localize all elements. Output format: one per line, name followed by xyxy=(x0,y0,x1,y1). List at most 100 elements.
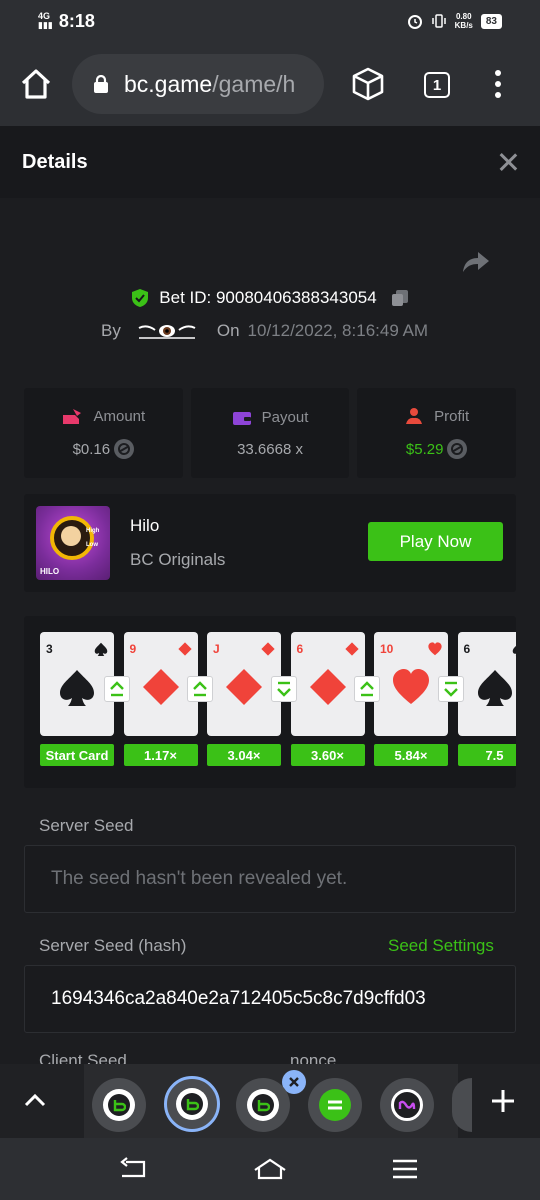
playing-card: 3 xyxy=(40,632,114,736)
stat-payout-value: 33.6668 x xyxy=(237,440,303,458)
tab-thumb-4[interactable] xyxy=(308,1078,362,1132)
card-rank: 3 xyxy=(46,642,53,656)
heart-icon xyxy=(428,642,442,656)
tab-thumb-2-active[interactable] xyxy=(164,1076,220,1132)
higher-arrow-icon xyxy=(103,676,130,702)
url-bar[interactable]: bc.game/game/h xyxy=(72,54,324,114)
vibrate-icon xyxy=(431,14,446,28)
tab-thumb-6-partial[interactable] xyxy=(452,1078,472,1132)
card-item: 10 5.84× xyxy=(374,632,448,766)
play-now-button[interactable]: Play Now xyxy=(368,522,503,561)
hilo-game-thumbnail[interactable]: High Low HILO xyxy=(36,506,110,580)
profit-icon xyxy=(406,408,423,424)
system-nav-bar xyxy=(0,1138,540,1200)
card-rank: 10 xyxy=(380,642,394,656)
tab-thumb-5[interactable] xyxy=(380,1078,434,1132)
app-logo-icon xyxy=(328,1100,342,1110)
card-multiplier: 3.60× xyxy=(290,744,365,766)
stat-profit: Profit $5.29 xyxy=(357,388,517,478)
bc-logo-icon xyxy=(186,1099,199,1111)
chevron-up-icon[interactable] xyxy=(22,1090,48,1110)
heart-icon xyxy=(393,669,429,704)
playing-card: J xyxy=(207,632,281,736)
diamond-icon xyxy=(226,669,262,705)
tab-thumbnails xyxy=(84,1064,472,1138)
on-label: On xyxy=(216,321,240,340)
page-title: Details xyxy=(22,150,88,173)
tab-count: 1 xyxy=(432,76,442,94)
card-rank: 6 xyxy=(463,642,471,656)
server-seed-label: Server Seed xyxy=(39,816,134,835)
speed-value: 0.80 xyxy=(455,12,472,21)
player-name-emoji[interactable] xyxy=(137,322,197,340)
status-left: 4G ▮▮▮ 8:18 xyxy=(38,11,95,32)
xlm-coin-icon xyxy=(114,439,135,459)
diamond-icon xyxy=(344,642,359,656)
card-multiplier: 7.5 xyxy=(457,744,516,766)
status-right: 0.80 KB/s 83 xyxy=(407,12,502,30)
tab-switcher-button[interactable]: 1 xyxy=(424,72,450,98)
status-bar: 4G ▮▮▮ 8:18 0.80 KB/s 83 xyxy=(0,0,540,42)
server-hash-label: Server Seed (hash) xyxy=(39,936,187,955)
tab-thumb-1[interactable] xyxy=(92,1078,146,1132)
speed-unit: KB/s xyxy=(454,21,473,30)
url-path: /game/h xyxy=(212,70,296,97)
diamond-icon xyxy=(142,669,179,705)
stat-amount: Amount $0.16 xyxy=(24,388,183,478)
playing-card: 10 xyxy=(374,632,448,736)
game-provider: BC Originals xyxy=(130,550,226,569)
tab-thumb-3[interactable] xyxy=(236,1078,290,1132)
spade-icon xyxy=(512,645,516,656)
alarm-icon xyxy=(407,15,422,29)
card-rank: 9 xyxy=(129,642,137,656)
stat-amount-value: $0.16 xyxy=(72,440,111,458)
card-multiplier: 3.04× xyxy=(207,744,281,766)
details-content: Bet ID: 90080406388343054 By On 10/12/20… xyxy=(0,198,540,1064)
stat-profit-label: Profit xyxy=(434,407,470,425)
card-multiplier: 1.17× xyxy=(123,744,198,766)
amount-icon xyxy=(63,409,82,424)
thumb-text: HILO xyxy=(40,567,60,576)
payout-wallet-icon xyxy=(232,411,251,425)
speed-indicator: 0.80 KB/s xyxy=(455,12,473,30)
cards-history-panel[interactable]: 3 Start Card 9 1.17× J 3.04× 6 3.60× 10 5.84× 6 7.5 xyxy=(24,616,516,788)
bet-meta-row: By On 10/12/2022, 8:16:49 AM xyxy=(101,321,428,341)
stat-payout-label: Payout xyxy=(261,409,309,426)
game-card: High Low HILO Hilo BC Originals Play Now xyxy=(24,494,516,592)
bet-id-row: Bet ID: 90080406388343054 xyxy=(0,288,540,308)
network-indicator: 4G ▮▮▮ xyxy=(38,11,53,30)
playing-card: 6 xyxy=(457,632,516,736)
home-icon[interactable] xyxy=(18,66,54,102)
seed-settings-link[interactable]: Seed Settings xyxy=(388,936,494,956)
browser-toolbar: bc.game/game/h 1 xyxy=(0,42,540,126)
diamond-icon xyxy=(309,669,346,705)
lock-icon xyxy=(94,75,108,93)
cube-icon[interactable] xyxy=(350,66,386,102)
share-icon[interactable] xyxy=(462,250,490,274)
copy-icon[interactable] xyxy=(391,289,409,307)
by-label: By xyxy=(101,321,121,340)
card-item: 3 Start Card xyxy=(40,632,114,766)
higher-arrow-icon xyxy=(187,676,213,702)
thumb-low: Low xyxy=(86,542,98,548)
bet-id: Bet ID: 90080406388343054 xyxy=(159,288,377,307)
stat-payout: Payout 33.6668 x xyxy=(190,388,350,478)
bet-date: 10/12/2022, 8:16:49 AM xyxy=(247,321,429,340)
bc-logo-icon xyxy=(113,1100,126,1112)
back-icon[interactable] xyxy=(118,1156,148,1182)
spade-icon xyxy=(60,670,94,706)
game-name: Hilo xyxy=(130,516,160,535)
recents-menu-icon[interactable] xyxy=(390,1156,420,1182)
stat-profit-value: $5.29 xyxy=(405,440,444,458)
stat-amount-label: Amount xyxy=(93,407,146,425)
card-multiplier: Start Card xyxy=(40,744,114,766)
card-rank: 6 xyxy=(296,642,304,656)
bc-logo-icon xyxy=(257,1100,270,1112)
more-menu-icon[interactable] xyxy=(494,70,502,98)
close-icon[interactable] xyxy=(498,152,518,172)
server-hash-field[interactable]: 1694346ca2a840e2a712405c5c8c7d9cffd03 xyxy=(24,965,516,1033)
server-seed-field[interactable]: The seed hasn't been revealed yet. xyxy=(24,845,516,913)
home-nav-icon[interactable] xyxy=(252,1156,288,1182)
details-header: Details xyxy=(0,126,540,198)
new-tab-plus-icon[interactable] xyxy=(490,1088,516,1114)
